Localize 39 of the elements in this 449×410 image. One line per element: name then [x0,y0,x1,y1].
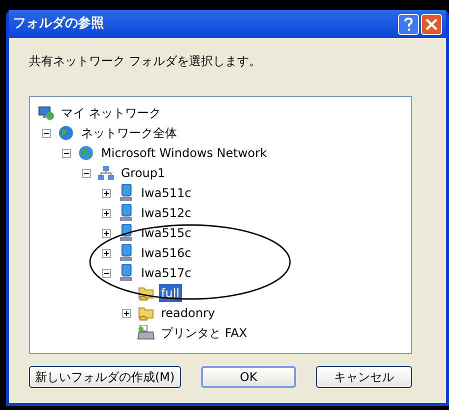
tree-item[interactable]: Iwa512c [139,204,194,222]
shared-folder-icon [138,305,154,321]
tree-item[interactable]: Group1 [119,164,168,182]
computer-icon [119,184,133,202]
dialog-button[interactable]: OK [200,366,296,388]
collapse-icon[interactable] [82,168,91,178]
tree-item[interactable]: readonry [159,304,218,322]
tree-item[interactable]: Iwa511c [139,184,194,202]
expand-icon[interactable] [102,188,111,198]
printer-icon [137,325,155,341]
collapse-icon[interactable] [42,128,51,138]
tree-item[interactable]: Iwa515c [139,224,194,242]
tree-item[interactable]: Microsoft Windows Network [99,144,269,162]
computer-icon [119,264,133,282]
network-icon [38,105,54,121]
expand-icon[interactable] [122,308,131,318]
collapse-icon[interactable] [102,268,111,278]
computer-icon [119,224,133,242]
expand-icon[interactable] [102,228,111,238]
tree-item[interactable]: ネットワーク全体 [79,124,179,142]
dialog-button[interactable]: キャンセル [316,366,412,388]
tree-item[interactable]: full [159,284,182,302]
tree-item[interactable]: Iwa516c [139,244,194,262]
tree-item[interactable]: Iwa517c [139,264,194,282]
expand-icon[interactable] [102,208,111,218]
computer-icon [119,244,133,262]
globe-icon [58,125,74,141]
tree-item[interactable]: マイ ネットワーク [59,104,163,122]
tree-item[interactable]: プリンタと FAX [159,324,250,342]
prompt-text: 共有ネットワーク フォルダを選択します。 [29,53,262,70]
help-button[interactable] [398,14,419,34]
collapse-icon[interactable] [62,148,71,158]
workgroup-icon [98,165,114,181]
dialog-button[interactable]: 新しいフォルダの作成(M) [29,366,181,388]
window-title: フォルダの参照 [13,15,105,34]
computer-icon [119,204,133,222]
expand-icon[interactable] [102,248,111,258]
close-button[interactable] [421,14,442,34]
globe-icon [78,145,94,161]
